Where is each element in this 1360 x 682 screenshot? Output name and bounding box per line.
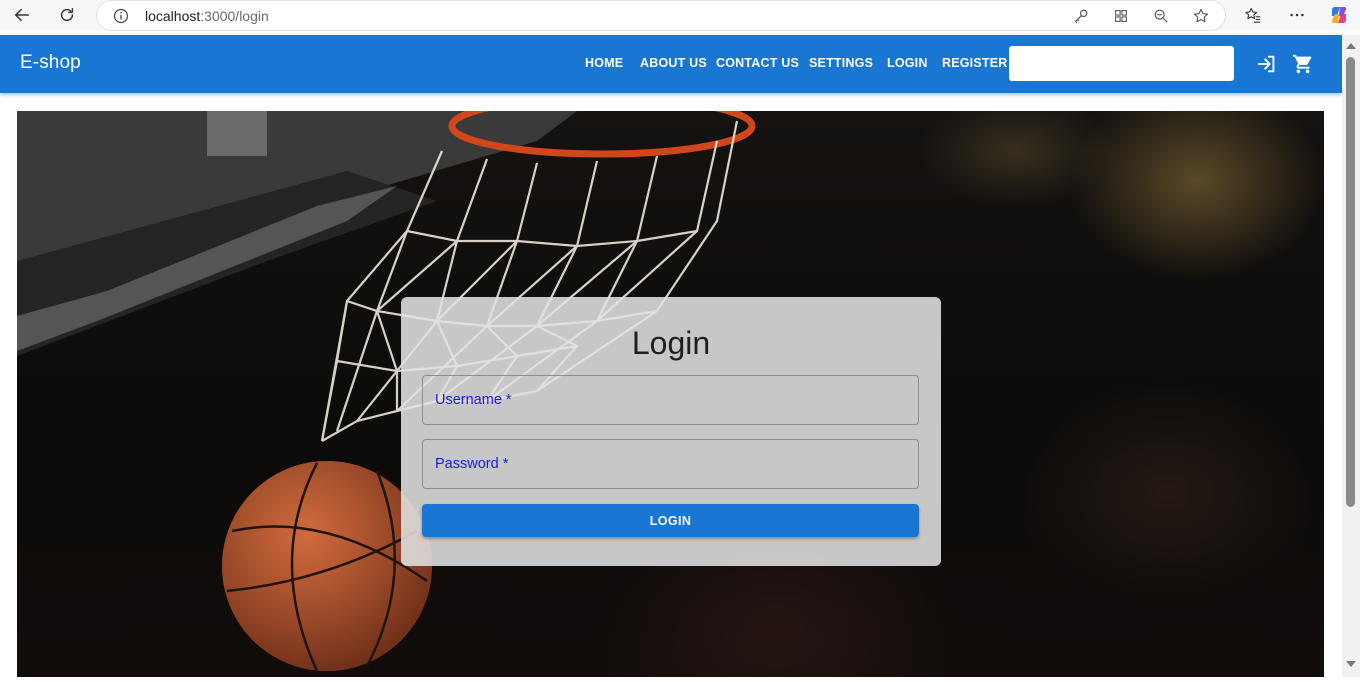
scroll-down-icon[interactable] bbox=[1346, 661, 1356, 667]
login-submit-button[interactable]: LOGIN bbox=[422, 504, 919, 537]
more-options-icon[interactable] bbox=[1288, 6, 1306, 24]
copilot-icon[interactable] bbox=[1328, 4, 1350, 26]
nav-contact-us[interactable]: CONTACT US bbox=[716, 56, 799, 70]
shopping-cart-icon[interactable] bbox=[1292, 53, 1314, 75]
nav-home[interactable]: HOME bbox=[585, 56, 623, 70]
url-text: localhost:3000/login bbox=[145, 8, 269, 24]
site-info-icon[interactable] bbox=[113, 8, 129, 24]
password-field[interactable]: Password * bbox=[422, 439, 919, 489]
nav-settings[interactable]: SETTINGS bbox=[809, 56, 873, 70]
favorites-icon[interactable] bbox=[1244, 6, 1262, 24]
favorite-star-icon[interactable] bbox=[1192, 7, 1210, 25]
key-icon[interactable] bbox=[1072, 7, 1090, 25]
address-bar[interactable]: localhost:3000/login bbox=[96, 0, 1226, 31]
browser-toolbar: localhost:3000/login bbox=[0, 0, 1360, 31]
hero-background-image: Login Username * Password * LOGIN bbox=[17, 111, 1324, 677]
nav-about-us[interactable]: ABOUT US bbox=[640, 56, 707, 70]
login-card: Login Username * Password * LOGIN bbox=[401, 297, 941, 566]
username-field[interactable]: Username * bbox=[422, 375, 919, 425]
scroll-thumb[interactable] bbox=[1346, 57, 1355, 507]
zoom-out-icon[interactable] bbox=[1152, 7, 1170, 25]
login-title: Login bbox=[631, 325, 711, 361]
apps-icon[interactable] bbox=[1112, 7, 1130, 25]
brand-logo[interactable]: E-shop bbox=[20, 52, 81, 74]
login-icon[interactable] bbox=[1256, 53, 1278, 75]
nav-login[interactable]: LOGIN bbox=[887, 56, 928, 70]
back-icon[interactable] bbox=[10, 3, 34, 27]
username-label: Username * bbox=[435, 392, 512, 408]
url-path: :3000/login bbox=[200, 8, 269, 24]
app-bar: E-shop HOME ABOUT US CONTACT US SETTINGS… bbox=[0, 35, 1342, 93]
scroll-up-icon[interactable] bbox=[1346, 43, 1356, 49]
search-input[interactable] bbox=[1009, 46, 1234, 81]
page-scrollbar[interactable] bbox=[1342, 35, 1360, 677]
reload-icon[interactable] bbox=[55, 3, 79, 27]
nav-register[interactable]: REGISTER bbox=[942, 56, 1008, 70]
password-label: Password * bbox=[435, 456, 509, 472]
url-host: localhost bbox=[145, 8, 201, 24]
